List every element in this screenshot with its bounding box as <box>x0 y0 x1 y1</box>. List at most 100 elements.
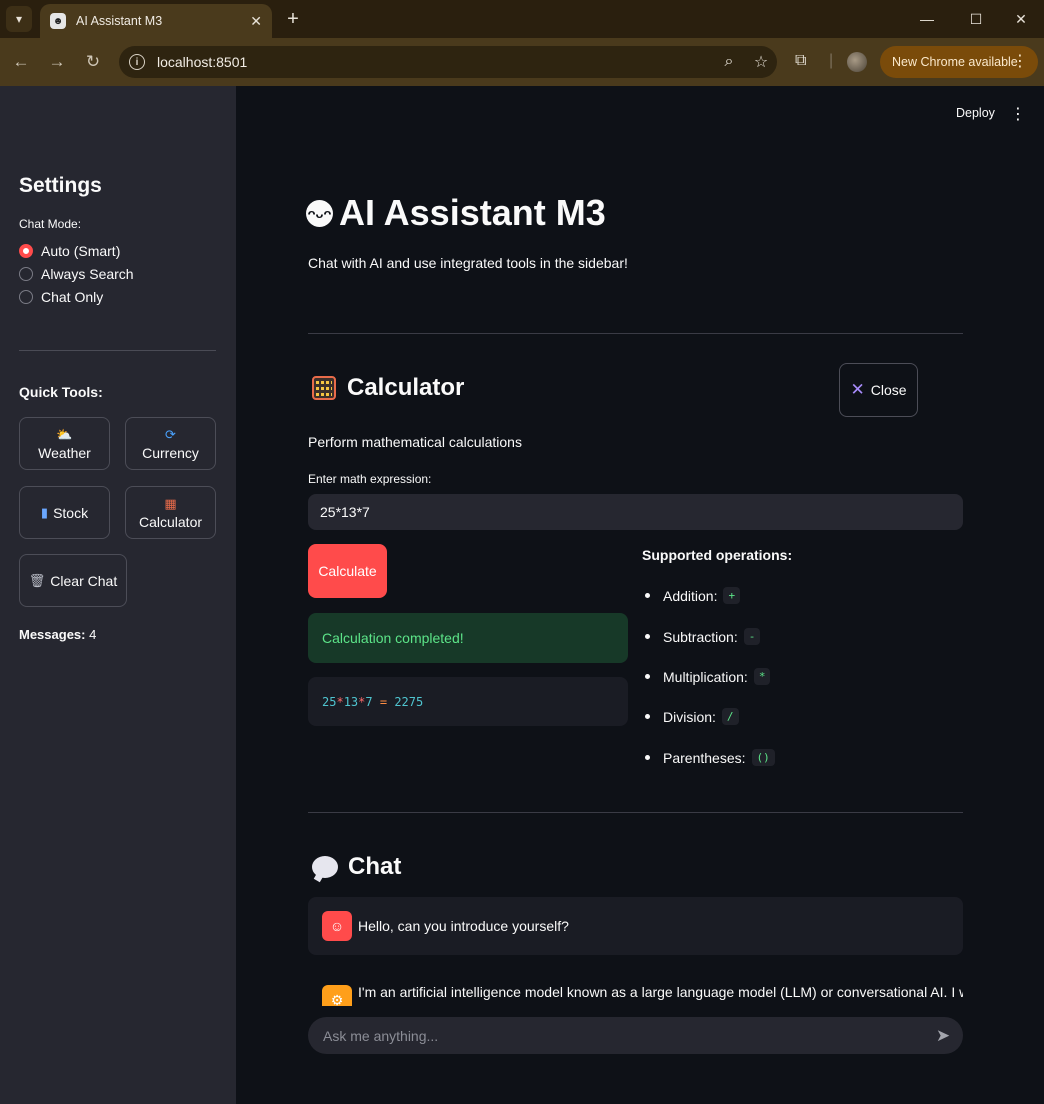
clear-chat-button[interactable]: 🗑 Clear Chat <box>19 554 127 607</box>
robot-favicon-icon: ☻ <box>50 13 66 29</box>
radio-chat-only[interactable]: Chat Only <box>19 289 103 305</box>
user-message: ☺ Hello, can you introduce yourself? <box>308 897 963 955</box>
new-tab-button[interactable]: + <box>281 6 305 32</box>
update-label: New Chrome available <box>892 55 1018 69</box>
operation-item: Multiplication: * <box>644 668 771 685</box>
operation-label: Parentheses: <box>663 749 746 766</box>
sidebar-divider <box>19 350 216 351</box>
supported-operations-title: Supported operations: <box>642 547 793 563</box>
main-menu-icon[interactable]: ⋮ <box>1010 104 1026 124</box>
send-icon[interactable]: ➤ <box>923 1026 963 1046</box>
forward-button[interactable]: → <box>45 50 69 74</box>
abacus-icon <box>312 376 336 400</box>
browser-toolbar: ← → ↻ i localhost:8501 ⌕ ☆ ⧉ | New Chrom… <box>0 38 1044 86</box>
stock-button[interactable]: ▮ Stock <box>19 486 110 539</box>
radio-indicator[interactable] <box>19 244 33 258</box>
bar-chart-icon: ▮ <box>40 504 49 520</box>
toolbar-divider: | <box>829 52 834 69</box>
math-expression-input[interactable] <box>308 494 963 530</box>
messages-value: 4 <box>89 627 97 642</box>
bookmark-star-icon[interactable]: ☆ <box>745 52 777 72</box>
radio-always-search[interactable]: Always Search <box>19 266 134 282</box>
radio-label: Chat Only <box>41 289 104 305</box>
user-avatar-icon: ☺ <box>322 911 352 941</box>
result-operand: 7 <box>365 694 373 709</box>
extensions-icon[interactable]: ⧉ <box>795 52 806 70</box>
sidebar-title: Settings <box>19 174 102 197</box>
result-operand: 25 <box>322 694 337 709</box>
maximize-button[interactable]: ☐ <box>953 0 999 38</box>
result-equals: = <box>379 694 388 709</box>
minimize-button[interactable]: — <box>904 0 950 38</box>
calculator-label: Calculator <box>138 513 203 530</box>
currency-button[interactable]: ⟳ Currency <box>125 417 216 470</box>
assistant-message-text: I'm an artificial intelligence model kno… <box>358 984 963 1000</box>
calculator-heading: Calculator <box>312 374 464 402</box>
operation-label: Multiplication: <box>663 668 748 685</box>
assistant-message: ⚙ I'm an artificial intelligence model k… <box>308 978 963 1006</box>
operation-item: Addition: + <box>644 587 741 604</box>
tab-title: AI Assistant M3 <box>76 14 163 28</box>
divider <box>308 812 963 813</box>
divider <box>308 333 963 334</box>
reload-button[interactable]: ↻ <box>81 50 105 74</box>
calculator-description: Perform mathematical calculations <box>308 434 522 450</box>
currency-exchange-icon: ⟳ <box>165 426 176 442</box>
math-expression-label: Enter math expression: <box>308 472 432 486</box>
assistant-avatar-icon: ⚙ <box>322 985 352 1006</box>
calculator-button[interactable]: ▦ Calculator <box>125 486 216 539</box>
result-operator: * <box>358 694 366 709</box>
success-alert: Calculation completed! <box>308 613 628 663</box>
calculate-button[interactable]: Calculate <box>308 544 387 598</box>
sun-behind-cloud-icon: ⛅ <box>56 426 73 442</box>
close-label: Close <box>870 382 907 398</box>
operation-symbol: / <box>721 708 739 725</box>
chat-heading: Chat <box>312 853 401 881</box>
back-button[interactable]: ← <box>9 50 33 74</box>
chat-mode-label: Chat Mode: <box>19 217 82 231</box>
chat-input-box[interactable]: ➤ <box>308 1017 963 1054</box>
page-subtitle: Chat with AI and use integrated tools in… <box>308 255 628 271</box>
operation-item: Subtraction: - <box>644 628 761 645</box>
sidebar: Settings Chat Mode: Auto (Smart) Always … <box>0 86 236 1104</box>
browser-tab[interactable]: ☻ AI Assistant M3 ✕ <box>40 4 272 38</box>
radio-auto-smart[interactable]: Auto (Smart) <box>19 243 120 259</box>
radio-label: Auto (Smart) <box>41 243 121 259</box>
radio-indicator[interactable] <box>19 290 33 304</box>
operation-label: Addition: <box>663 587 718 604</box>
robot-icon: ᴖᴗᴖ <box>306 199 333 227</box>
deploy-button[interactable]: Deploy <box>956 106 995 120</box>
operation-label: Division: <box>663 708 716 725</box>
messages-label: Messages: <box>19 627 86 642</box>
radio-label: Always Search <box>41 266 134 282</box>
result-operator: * <box>336 694 344 709</box>
profile-avatar[interactable] <box>847 52 867 72</box>
chat-heading-text: Chat <box>348 853 402 880</box>
browser-tabstrip: ▾ ☻ AI Assistant M3 ✕ + — ☐ ✕ <box>0 0 1044 38</box>
chrome-menu-icon[interactable]: ⋮ <box>1012 51 1028 71</box>
close-icon: ✕ <box>850 380 865 399</box>
calculator-heading-text: Calculator <box>347 374 465 401</box>
zoom-icon[interactable]: ⌕ <box>713 53 745 71</box>
url-text[interactable]: localhost:8501 <box>157 54 713 70</box>
chrome-update-button[interactable]: New Chrome available ⋮ <box>880 46 1038 78</box>
radio-indicator[interactable] <box>19 267 33 281</box>
page-title-text: AI Assistant M3 <box>339 192 606 233</box>
tab-close-icon[interactable]: ✕ <box>250 13 262 30</box>
chat-input[interactable] <box>323 1027 923 1044</box>
operation-label: Subtraction: <box>663 628 738 645</box>
wastebasket-icon: 🗑 <box>28 572 46 588</box>
page-title: ᴖᴗᴖ AI Assistant M3 <box>306 192 606 234</box>
operation-symbol: + <box>723 587 741 604</box>
site-info-icon[interactable]: i <box>129 54 145 70</box>
currency-label: Currency <box>142 444 199 461</box>
close-calculator-button[interactable]: ✕ Close <box>839 363 918 417</box>
result-operand: 13 <box>343 694 359 709</box>
operation-item: Parentheses: () <box>645 749 775 766</box>
weather-button[interactable]: ⛅ Weather <box>19 417 110 470</box>
abacus-icon: ▦ <box>164 495 177 511</box>
tab-search-button[interactable]: ▾ <box>6 6 32 32</box>
window-close-button[interactable]: ✕ <box>998 0 1044 38</box>
speech-bubble-icon <box>312 856 338 878</box>
address-bar[interactable]: i localhost:8501 ⌕ ☆ <box>119 46 777 78</box>
